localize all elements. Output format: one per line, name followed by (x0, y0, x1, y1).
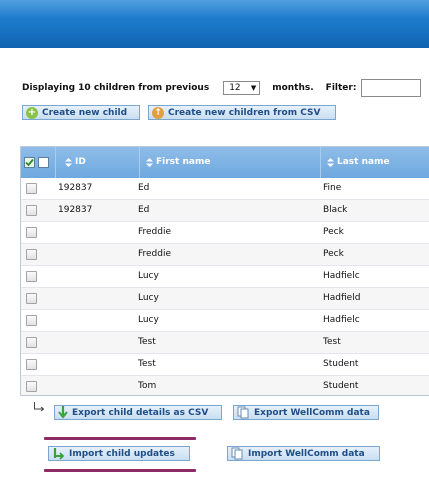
cell-first-name: Freddie (138, 249, 172, 259)
arrow-up-circle-icon: ↑ (152, 106, 164, 119)
document-icon (237, 406, 250, 419)
cell-last-name: Peck (323, 249, 344, 259)
table-row[interactable]: Freddie Peck (21, 244, 429, 266)
grid-header: ID First name Last name (21, 147, 429, 178)
column-header-first-name[interactable]: First name (146, 157, 210, 167)
corner-arrow-icon (33, 402, 45, 415)
create-from-csv-button[interactable]: ↑ Create new children from CSV (148, 105, 336, 120)
checkmark-icon (25, 158, 34, 167)
document-icon (231, 447, 244, 460)
table-row[interactable]: 192837 Ed Fine (21, 178, 429, 200)
sort-icon (146, 157, 153, 167)
cell-last-name: Hadfielc (323, 271, 360, 281)
import-wellcomm-label: Import WellComm data (248, 448, 365, 459)
cell-last-name: Black (323, 205, 348, 215)
import-wellcomm-button[interactable]: Import WellComm data (227, 446, 380, 461)
cell-last-name: Hadfielc (323, 315, 360, 325)
plus-circle-icon: + (26, 106, 38, 119)
row-checkbox[interactable] (26, 249, 37, 260)
row-checkbox[interactable] (26, 315, 37, 326)
cell-first-name: Freddie (138, 227, 172, 237)
column-header-last-name[interactable]: Last name (327, 157, 390, 167)
table-row[interactable]: Lucy Hadfield (21, 288, 429, 310)
cell-first-name: Lucy (138, 271, 159, 281)
sort-icon (65, 157, 72, 167)
column-header-first-name-label: First name (156, 157, 211, 167)
create-new-child-button[interactable]: + Create new child (22, 105, 140, 120)
cell-last-name: Hadfield (323, 293, 361, 303)
cell-last-name: Peck (323, 227, 344, 237)
down-arrow-icon (58, 406, 68, 419)
table-row[interactable]: Test Student (21, 354, 429, 376)
sort-icon (327, 157, 334, 167)
cell-first-name: Test (138, 359, 156, 369)
row-checkbox[interactable] (26, 381, 37, 392)
row-checkbox[interactable] (26, 359, 37, 370)
cell-first-name: Ed (138, 183, 150, 193)
column-header-last-name-label: Last name (337, 157, 390, 167)
create-from-csv-label: Create new children from CSV (168, 107, 321, 118)
table-row[interactable]: 192837 Ed Black (21, 200, 429, 222)
header-shine (0, 0, 429, 18)
cell-first-name: Tom (138, 381, 157, 391)
cell-last-name: Student (323, 381, 359, 391)
filter-label: Filter: (325, 83, 357, 93)
column-separator (139, 147, 140, 178)
months-value: 12 (229, 83, 241, 93)
export-child-details-button[interactable]: Export child details as CSV (54, 405, 222, 420)
row-checkbox[interactable] (26, 227, 37, 238)
row-checkbox[interactable] (26, 183, 37, 194)
column-separator (320, 147, 321, 178)
filter-row: Displaying 10 children from previous 12 … (22, 79, 422, 97)
import-arrow-icon (52, 447, 65, 460)
cell-first-name: Lucy (138, 315, 159, 325)
table-row[interactable]: Lucy Hadfielc (21, 266, 429, 288)
cell-first-name: Lucy (138, 293, 159, 303)
cell-id: 192837 (58, 205, 93, 215)
app-header-bar (0, 0, 429, 48)
import-child-updates-button[interactable]: Import child updates (48, 446, 190, 461)
cell-last-name: Student (323, 359, 359, 369)
cell-last-name: Fine (323, 183, 342, 193)
export-wellcomm-label: Export WellComm data (254, 407, 370, 418)
filter-input[interactable] (361, 79, 422, 97)
months-suffix-label: months. (272, 83, 314, 93)
column-separator (55, 147, 56, 178)
cell-first-name: Ed (138, 205, 150, 215)
create-new-child-label: Create new child (42, 107, 128, 118)
export-wellcomm-button[interactable]: Export WellComm data (233, 405, 379, 420)
children-grid: ID First name Last name 192837 Ed Fine 1… (20, 146, 429, 396)
column-header-id[interactable]: ID (65, 157, 86, 167)
highlight-line-bottom (44, 469, 196, 472)
row-checkbox[interactable] (26, 205, 37, 216)
table-row[interactable]: Tom Student (21, 376, 429, 395)
table-row[interactable]: Freddie Peck (21, 222, 429, 244)
row-checkbox[interactable] (26, 271, 37, 282)
select-all-checkbox[interactable] (24, 157, 35, 168)
chevron-down-icon: ▼ (250, 84, 257, 92)
cell-id: 192837 (58, 183, 93, 193)
highlight-line-top (44, 437, 196, 440)
column-header-id-label: ID (75, 157, 86, 167)
import-child-updates-label: Import child updates (69, 448, 175, 459)
table-row[interactable]: Test Test (21, 332, 429, 354)
row-checkbox[interactable] (26, 337, 37, 348)
table-row[interactable]: Lucy Hadfielc (21, 310, 429, 332)
months-select[interactable]: 12 ▼ (223, 81, 261, 95)
export-child-details-label: Export child details as CSV (72, 407, 209, 418)
cell-last-name: Test (323, 337, 341, 347)
cell-first-name: Test (138, 337, 156, 347)
row-checkbox[interactable] (26, 293, 37, 304)
display-prefix-label: Displaying 10 children from previous (22, 83, 210, 93)
header-checkbox[interactable] (38, 157, 49, 168)
